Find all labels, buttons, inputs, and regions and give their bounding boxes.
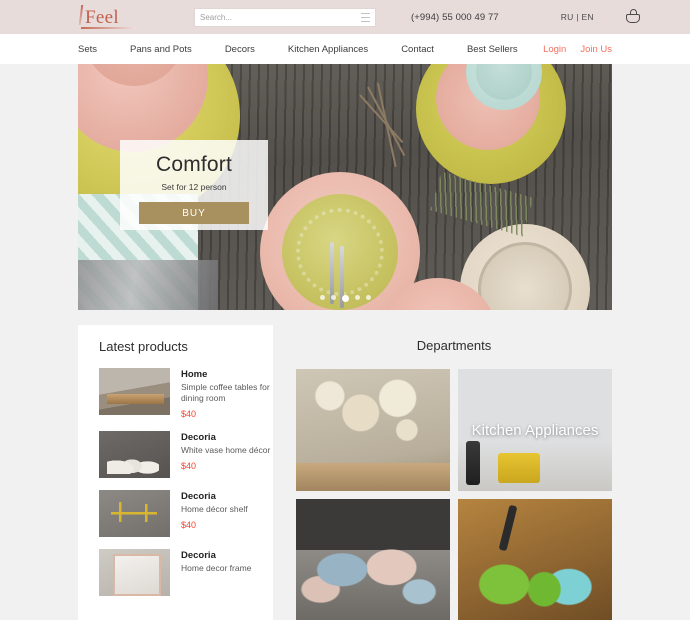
basket-body: [626, 13, 641, 23]
department-tile-decor[interactable]: [296, 369, 450, 491]
nav-item-sets[interactable]: Sets: [78, 44, 97, 55]
latest-products-title: Latest products: [99, 339, 188, 354]
product-price: $40: [181, 409, 197, 419]
list-item[interactable]: Decoria White vase home décor $40: [99, 431, 273, 478]
logo-accent-horizontal: [81, 27, 135, 29]
departments-grid: Kitchen Appliances: [296, 369, 612, 620]
basket-icon[interactable]: [626, 9, 641, 25]
nav-account-links: Login Join Us: [543, 44, 612, 55]
hero-carousel[interactable]: Comfort Set for 12 person BUY: [78, 64, 612, 310]
product-price: $40: [181, 520, 197, 530]
product-info: Home Simple coffee tables for dining roo…: [181, 368, 273, 419]
department-tile-pans-and-pots[interactable]: [458, 499, 612, 620]
page-root: Feel (+994) 55 000 49 77 RU | EN Sets Pa…: [0, 0, 690, 620]
carousel-dot-2[interactable]: [330, 295, 336, 300]
phone-number[interactable]: (+994) 55 000 49 77: [411, 12, 499, 23]
carousel-dots: [78, 295, 612, 302]
departments-section: Departments Kitchen Appliances: [296, 338, 612, 620]
department-tile-label: [296, 369, 450, 491]
product-thumbnail: [99, 490, 170, 537]
nav-item-best-sellers[interactable]: Best Sellers: [467, 44, 518, 55]
product-info: Decoria Home décor shelf $40: [181, 490, 248, 537]
carousel-dot-1[interactable]: [319, 295, 325, 300]
product-name: Home: [181, 369, 208, 380]
hero-subtitle: Set for 12 person: [161, 182, 227, 192]
hero-cutlery-group: [78, 260, 218, 310]
product-description: Home decor frame: [181, 563, 252, 573]
main-navigation: Sets Pans and Pots Decors Kitchen Applia…: [0, 34, 690, 64]
product-name: Decoria: [181, 491, 216, 502]
hero-buy-button[interactable]: BUY: [139, 202, 249, 224]
nav-item-decors[interactable]: Decors: [225, 44, 255, 55]
language-switcher[interactable]: RU | EN: [561, 12, 594, 22]
department-tile-label: Kitchen Appliances: [471, 421, 599, 439]
department-tile-label: [296, 499, 450, 620]
product-name: Decoria: [181, 550, 216, 561]
nav-item-contact[interactable]: Contact: [401, 44, 434, 55]
carousel-dot-5[interactable]: [365, 295, 371, 300]
product-thumbnail: [99, 431, 170, 478]
hero-title: Comfort: [155, 153, 233, 176]
department-tile-label: [458, 499, 612, 620]
search-icon[interactable]: [361, 12, 370, 22]
top-bar: Feel (+994) 55 000 49 77 RU | EN: [0, 0, 690, 34]
hero-promo-card: Comfort Set for 12 person BUY: [120, 140, 268, 230]
logo-text: Feel: [85, 6, 119, 28]
login-link[interactable]: Login: [543, 44, 566, 55]
list-item[interactable]: Decoria Home decor frame: [99, 549, 273, 596]
search-input[interactable]: [200, 12, 361, 22]
product-thumbnail: [99, 368, 170, 415]
departments-title: Departments: [416, 338, 492, 353]
department-tile-dinnerware[interactable]: [296, 499, 450, 620]
search-bar[interactable]: [194, 7, 376, 27]
nav-items: Sets Pans and Pots Decors Kitchen Applia…: [78, 44, 551, 55]
latest-products-panel: Latest products Home Simple coffee table…: [78, 325, 273, 620]
product-description: Home décor shelf: [181, 504, 248, 514]
list-item[interactable]: Decoria Home décor shelf $40: [99, 490, 273, 537]
product-price: $40: [181, 461, 197, 471]
product-name: Decoria: [181, 432, 216, 443]
nav-item-kitchen-appliances[interactable]: Kitchen Appliances: [288, 44, 368, 55]
department-tile-kitchen-appliances[interactable]: Kitchen Appliances: [458, 369, 612, 491]
product-thumbnail: [99, 549, 170, 596]
nav-item-pans-and-pots[interactable]: Pans and Pots: [130, 44, 192, 55]
list-item[interactable]: Home Simple coffee tables for dining roo…: [99, 368, 273, 419]
site-logo[interactable]: Feel: [78, 4, 136, 30]
product-info: Decoria White vase home décor $40: [181, 431, 270, 478]
product-description: Simple coffee tables for dining room: [181, 382, 270, 403]
product-info: Decoria Home decor frame: [181, 549, 251, 596]
join-us-link[interactable]: Join Us: [580, 44, 612, 55]
carousel-dot-4[interactable]: [354, 295, 360, 300]
product-description: White vase home décor: [181, 445, 271, 455]
carousel-dot-3[interactable]: [341, 295, 349, 302]
